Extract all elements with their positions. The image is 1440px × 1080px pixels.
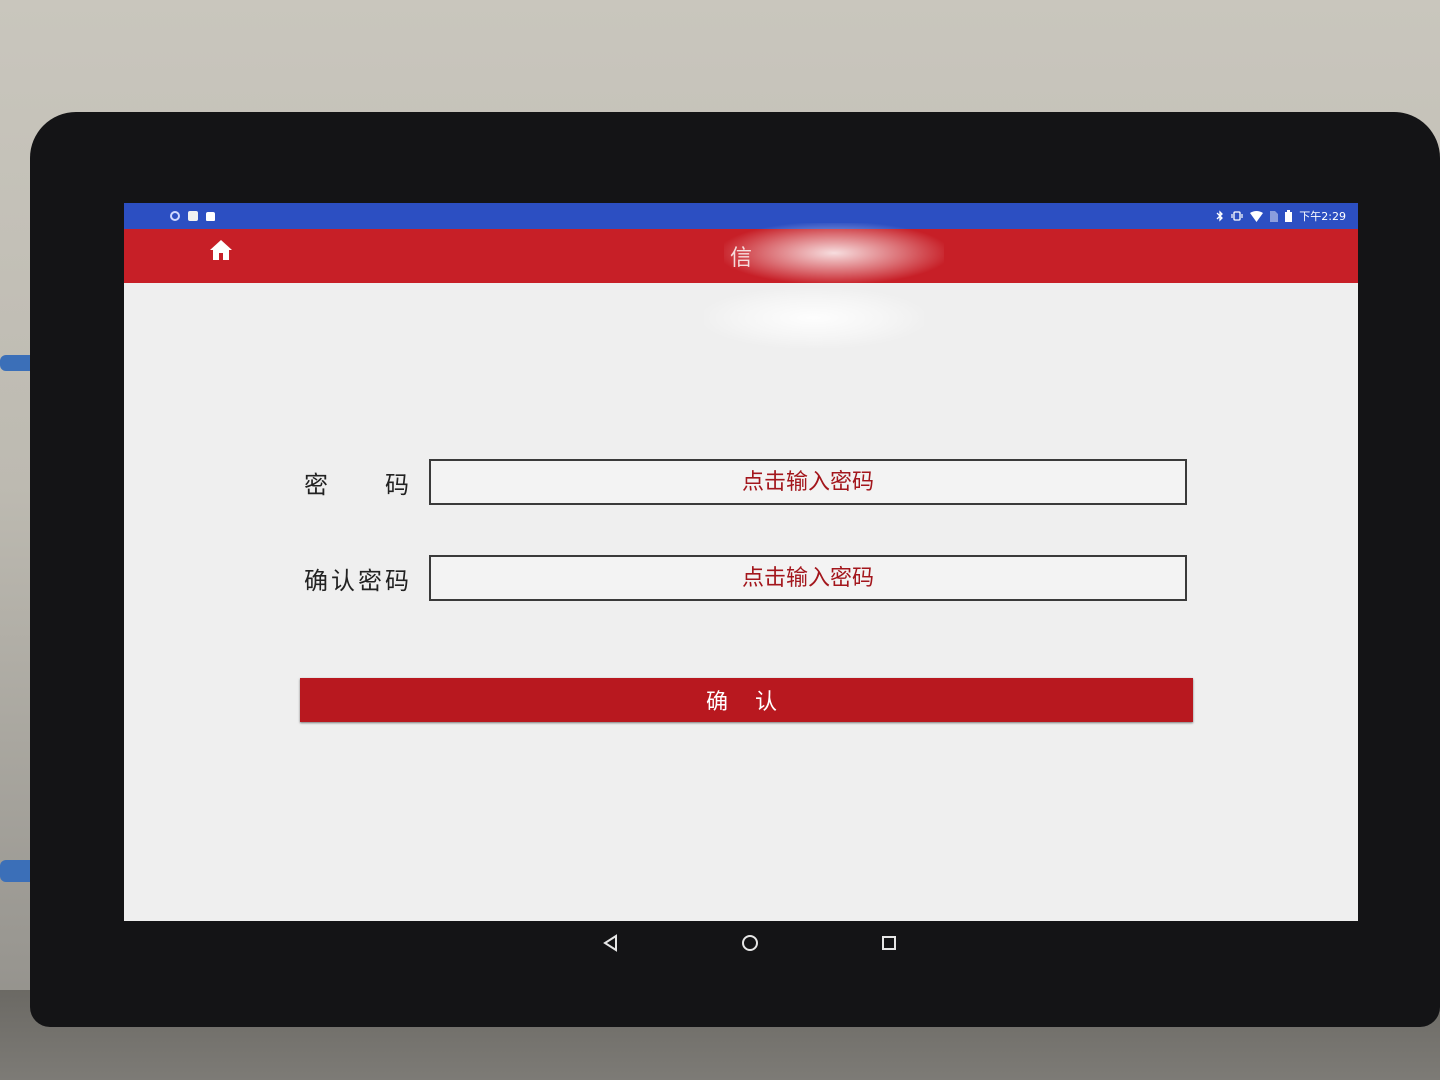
square-recents-icon	[882, 936, 896, 950]
home-nav-button[interactable]	[739, 932, 761, 954]
status-bar: 下午2:29	[124, 203, 1358, 229]
battery-icon	[1285, 210, 1293, 222]
back-button[interactable]	[600, 932, 622, 954]
home-icon[interactable]	[208, 237, 234, 263]
back-triangle-icon	[603, 934, 617, 952]
app-notification-icon	[188, 211, 198, 221]
screen-glare-lower	[704, 288, 924, 348]
title-bar: 信	[124, 229, 1358, 283]
confirm-password-label: 确认密码	[304, 566, 409, 595]
status-left-icons	[170, 211, 215, 221]
sim-icon	[1270, 210, 1279, 222]
password-input[interactable]	[429, 459, 1187, 505]
confirm-button[interactable]: 确 认	[300, 678, 1193, 722]
settings-dot-icon	[170, 211, 180, 221]
page-title: 信	[729, 246, 752, 271]
status-time: 下午2:29	[1299, 210, 1346, 223]
password-row: 密 码	[304, 459, 1187, 505]
wifi-icon	[1250, 210, 1264, 222]
bluetooth-icon	[1216, 210, 1224, 222]
lock-icon	[206, 211, 215, 221]
confirm-password-input[interactable]	[429, 555, 1187, 601]
status-right-icons: 下午2:29	[1216, 208, 1346, 224]
recents-button[interactable]	[878, 932, 900, 954]
navigation-bar	[600, 925, 900, 961]
vibrate-icon	[1231, 211, 1243, 221]
confirm-password-row: 确认密码	[304, 555, 1187, 601]
tablet-screen: 下午2:29 信 密 码 确认密码 确 认	[124, 203, 1358, 921]
circle-home-icon	[742, 935, 758, 951]
password-label: 密 码	[304, 470, 409, 499]
